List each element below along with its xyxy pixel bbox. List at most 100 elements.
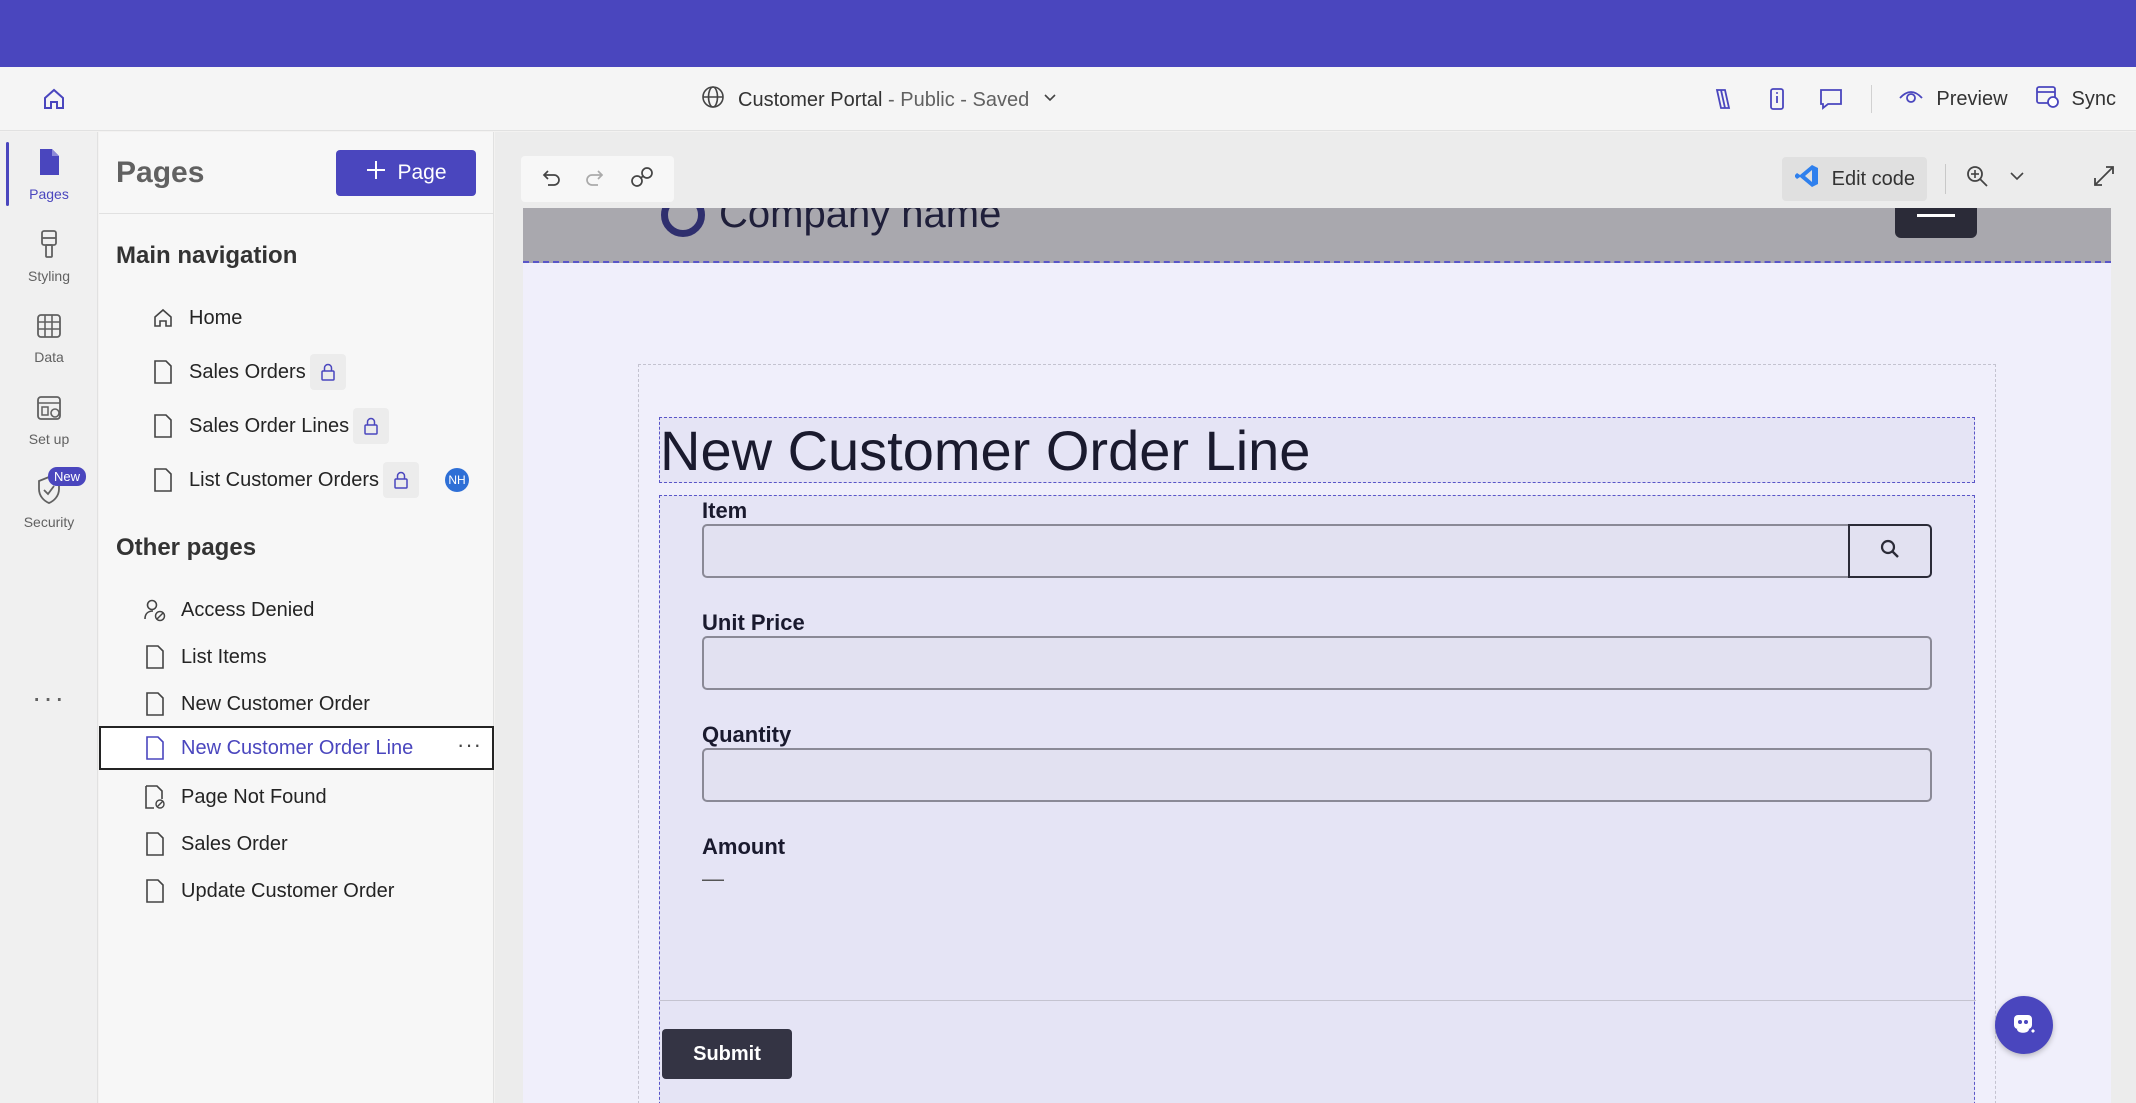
bot-icon (2008, 1007, 2040, 1044)
rail-item-pages[interactable]: Pages (0, 136, 98, 212)
chevron-down-icon[interactable] (2008, 167, 2026, 191)
home-icon[interactable] (40, 85, 68, 113)
nav-item-list-customer-orders[interactable]: List Customer Orders NH (99, 458, 494, 502)
nav-item-new-customer-order-line[interactable]: New Customer Order Line ··· (99, 726, 494, 770)
design-canvas: Edit code Company name New Customer Orde… (495, 132, 2136, 1103)
zoom-in-icon[interactable] (1964, 163, 1990, 195)
item-lookup-button[interactable] (1848, 524, 1932, 578)
chevron-down-icon (1041, 88, 1059, 112)
preview-button[interactable]: Preview (1898, 83, 2008, 115)
setup-icon (35, 394, 63, 425)
nav-item-label: Update Customer Order (181, 879, 395, 902)
page-icon (143, 879, 167, 903)
submit-button[interactable]: Submit (662, 1029, 792, 1079)
main-navigation-title: Main navigation (116, 242, 298, 269)
page-icon (143, 832, 167, 856)
undo-icon[interactable] (540, 166, 562, 193)
copilot-icon[interactable] (1709, 85, 1737, 113)
nav-item-home[interactable]: Home (99, 296, 494, 340)
person-blocked-icon (143, 598, 167, 622)
new-badge: New (48, 467, 87, 486)
sync-button[interactable]: Sync (2034, 83, 2116, 115)
lock-icon (353, 408, 390, 444)
nav-item-new-customer-order[interactable]: New Customer Order (99, 682, 494, 726)
form-body[interactable]: Item Unit Price Quantity Amount — Submit (659, 495, 1976, 1103)
add-page-button[interactable]: Page (336, 150, 476, 196)
rail-item-data[interactable]: Data (0, 300, 98, 376)
paintbrush-icon (35, 229, 63, 262)
nav-item-label: Sales Order Lines (189, 414, 350, 437)
nav-item-label: Access Denied (181, 598, 315, 621)
form-divider (660, 1000, 1976, 1001)
nav-item-label: Page Not Found (181, 785, 327, 808)
globe-icon (700, 84, 726, 116)
item-label: Item (702, 498, 748, 523)
form-title-container[interactable]: New Customer Order Line (659, 417, 1975, 483)
quantity-input[interactable] (702, 748, 1932, 802)
nav-item-label: New Customer Order (181, 692, 370, 715)
nav-item-label: Home (189, 306, 243, 329)
sync-label: Sync (2071, 87, 2116, 110)
sync-icon (2034, 83, 2060, 115)
site-preview: Company name New Customer Order Line Ite… (523, 208, 2111, 1103)
expand-icon[interactable] (2092, 164, 2116, 194)
pages-panel-header: Pages Page (99, 132, 494, 214)
page-icon (151, 414, 175, 438)
plus-icon (365, 159, 387, 187)
nav-item-sales-orders[interactable]: Sales Orders (99, 350, 494, 394)
page-icon (143, 692, 167, 716)
nav-item-list-items[interactable]: List Items (99, 635, 494, 679)
form-title: New Customer Order Line (660, 419, 1311, 482)
brand-bar (0, 0, 2136, 67)
copilot-assistant-button[interactable] (1995, 996, 2053, 1054)
canvas-right-tools: Edit code (1781, 156, 2116, 202)
form-section[interactable]: New Customer Order Line Item Unit Price … (638, 364, 1996, 1103)
page-icon (143, 736, 167, 760)
eye-icon (1898, 83, 1924, 115)
page-icon (143, 645, 167, 669)
command-bar: Customer Portal - Public - Saved Preview… (0, 67, 2136, 131)
pages-title: Pages (116, 156, 205, 189)
nav-item-update-customer-order[interactable]: Update Customer Order (99, 869, 494, 913)
rail-label-security: Security (23, 513, 75, 530)
item-input[interactable] (702, 524, 1852, 578)
more-icon[interactable]: ··· (0, 682, 98, 714)
separator (1945, 164, 1946, 194)
pages-panel: Pages Page Main navigation Home Sales Or… (99, 132, 494, 1103)
avatar: NH (445, 468, 470, 492)
lock-icon (309, 354, 346, 390)
nav-item-label: New Customer Order Line (181, 736, 414, 759)
rail-label-setup: Set up (28, 430, 70, 447)
search-icon (1879, 538, 1901, 565)
company-brand: Company name (661, 208, 1001, 237)
more-options-icon[interactable]: ··· (457, 732, 482, 758)
site-header[interactable]: Company name (523, 208, 2111, 263)
rail-item-security[interactable]: Security New (0, 464, 98, 540)
nav-item-label: Sales Orders (189, 360, 306, 383)
nav-item-page-not-found[interactable]: Page Not Found (99, 775, 494, 819)
separator (1871, 85, 1873, 113)
rail-label-data: Data (34, 348, 64, 365)
site-title-switcher[interactable]: Customer Portal - Public - Saved (700, 85, 1059, 115)
nav-item-label: Sales Order (181, 832, 288, 855)
other-pages-title: Other pages (116, 534, 257, 561)
page-blocked-icon (143, 785, 167, 809)
edit-code-button[interactable]: Edit code (1781, 157, 1927, 201)
unit-price-input[interactable] (702, 636, 1932, 690)
canvas-toolbar (521, 156, 674, 202)
comment-icon[interactable] (1817, 85, 1845, 113)
edit-code-label: Edit code (1831, 167, 1915, 190)
hamburger-menu-button[interactable] (1895, 208, 1977, 238)
rail-label-styling: Styling (27, 267, 71, 284)
info-icon[interactable] (1763, 85, 1791, 113)
link-icon[interactable] (629, 165, 655, 194)
vscode-icon (1794, 163, 1820, 195)
quantity-label: Quantity (702, 722, 792, 747)
redo-icon[interactable] (584, 166, 606, 193)
rail-item-styling[interactable]: Styling (0, 218, 98, 294)
page-icon (35, 147, 63, 180)
rail-item-setup[interactable]: Set up (0, 382, 98, 458)
nav-item-sales-order-lines[interactable]: Sales Order Lines (99, 404, 494, 448)
nav-item-sales-order[interactable]: Sales Order (99, 822, 494, 866)
nav-item-access-denied[interactable]: Access Denied (99, 588, 494, 632)
